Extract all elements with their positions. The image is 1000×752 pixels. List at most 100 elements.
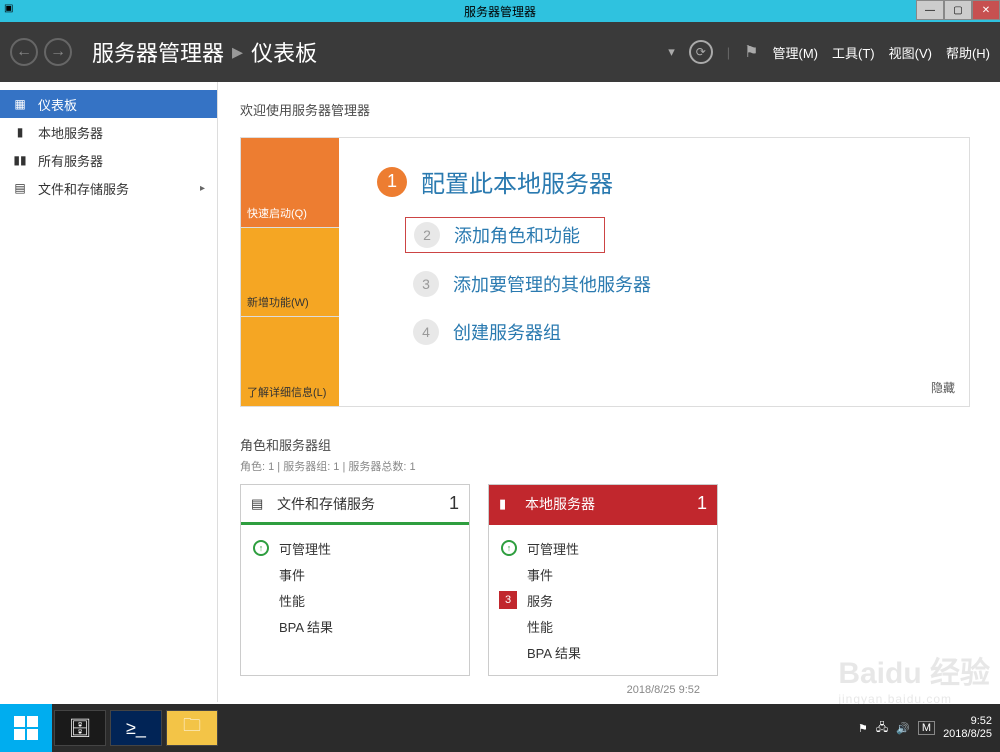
navbar: ← → 服务器管理器 ▸ 仪表板 ▾ ⟳ | ⚑ 管理(M) 工具(T) 视图(… xyxy=(0,22,1000,82)
tray-network-icon[interactable]: 🖧 xyxy=(876,719,888,738)
clock-date: 2018/8/25 xyxy=(943,728,992,741)
sidebar-item-all-servers[interactable]: ▮▮ 所有服务器 xyxy=(0,146,217,174)
maximize-button[interactable]: ▢ xyxy=(944,0,972,20)
tray-ime[interactable]: M xyxy=(918,721,935,735)
role-tile-file-storage[interactable]: ▤ 文件和存储服务 1 ↑可管理性 事件 性能 BPA 结果 xyxy=(240,484,470,676)
role-tiles-row: ▤ 文件和存储服务 1 ↑ 可管理性 事件 性能 BPA 结果 ▮ 本地服务器 1 xyxy=(240,484,970,676)
tile-label: 快速启动(Q) xyxy=(247,205,307,221)
sidebar-item-label: 文件和存储服务 xyxy=(38,179,129,198)
role-tile-count: 1 xyxy=(697,493,707,514)
row-label: BPA 结果 xyxy=(527,643,581,662)
step-add-servers[interactable]: 3 添加要管理的其他服务器 xyxy=(405,267,939,301)
step-create-group[interactable]: 4 创建服务器组 xyxy=(405,315,939,349)
welcome-heading: 欢迎使用服务器管理器 xyxy=(240,100,970,119)
refresh-button[interactable]: ⟳ xyxy=(689,40,713,64)
row-label: 可管理性 xyxy=(279,539,331,558)
taskbar: 🗄 ≥_ 🗀 ⚑ 🖧 🔊 M 9:52 2018/8/25 xyxy=(0,704,1000,752)
notifications-flag-icon[interactable]: ⚑ xyxy=(744,42,758,62)
welcome-side-tiles: 快速启动(Q) 新增功能(W) 了解详细信息(L) xyxy=(241,138,339,406)
alert-badge: 3 xyxy=(499,591,517,609)
app-icon: ▣ xyxy=(4,3,18,17)
row-label: 可管理性 xyxy=(527,539,579,558)
sidebar-item-local-server[interactable]: ▮ 本地服务器 xyxy=(0,118,217,146)
window-title: 服务器管理器 xyxy=(464,3,536,20)
row-label: 性能 xyxy=(279,591,305,610)
role-tile-header: ▮ 本地服务器 1 xyxy=(489,485,717,525)
status-up-icon: ↑ xyxy=(501,540,517,556)
taskbar-tray: ⚑ 🖧 🔊 M 9:52 2018/8/25 xyxy=(858,715,1000,741)
tile-label: 了解详细信息(L) xyxy=(247,384,326,400)
forward-button[interactable]: → xyxy=(44,38,72,66)
sidebar-item-label: 本地服务器 xyxy=(38,123,103,142)
step-label: 创建服务器组 xyxy=(453,319,561,345)
clock-time: 9:52 xyxy=(943,715,992,728)
tray-flag-icon[interactable]: ⚑ xyxy=(858,722,868,735)
row-services[interactable]: 3服务 xyxy=(501,587,705,613)
breadcrumb: 服务器管理器 ▸ 仪表板 xyxy=(92,36,317,68)
dropdown-icon[interactable]: ▾ xyxy=(668,44,675,60)
tile-learnmore[interactable]: 了解详细信息(L) xyxy=(241,316,339,406)
window-controls: — ▢ ✕ xyxy=(916,0,1000,20)
breadcrumb-page: 仪表板 xyxy=(251,36,317,68)
role-tile-local-server[interactable]: ▮ 本地服务器 1 ↑ 可管理性 事件 3服务 性能 BPA 结果 xyxy=(488,484,718,676)
sidebar: ▦ 仪表板 ▮ 本地服务器 ▮▮ 所有服务器 ▤ 文件和存储服务 ▸ xyxy=(0,82,218,702)
storage-icon: ▤ xyxy=(251,496,267,512)
menu-view[interactable]: 视图(V) xyxy=(889,43,932,62)
step-add-roles[interactable]: 2 添加角色和功能 xyxy=(405,217,605,253)
body: ▦ 仪表板 ▮ 本地服务器 ▮▮ 所有服务器 ▤ 文件和存储服务 ▸ 欢迎使用服… xyxy=(0,82,1000,702)
steps-area: 1 配置此本地服务器 2 添加角色和功能 3 添加要管理的其他服务器 4 创建服… xyxy=(339,138,969,406)
step-label: 添加要管理的其他服务器 xyxy=(453,271,651,297)
taskbar-powershell[interactable]: ≥_ xyxy=(110,710,162,746)
menu-help[interactable]: 帮助(H) xyxy=(946,43,990,62)
windows-logo-icon xyxy=(14,716,38,740)
row-bpa[interactable]: BPA 结果 xyxy=(501,639,705,665)
step-configure-local[interactable]: 1 配置此本地服务器 xyxy=(369,160,939,203)
role-tile-title: 本地服务器 xyxy=(525,494,595,514)
row-performance[interactable]: 性能 xyxy=(253,587,457,613)
sidebar-item-file-storage[interactable]: ▤ 文件和存储服务 ▸ xyxy=(0,174,217,202)
nav-separator: | xyxy=(727,45,730,60)
server-icon: ▮ xyxy=(12,124,28,140)
row-manageability[interactable]: ↑ 可管理性 xyxy=(253,535,457,561)
status-up-icon: ↑ xyxy=(253,540,269,556)
menu-manage[interactable]: 管理(M) xyxy=(773,43,819,62)
storage-icon: ▤ xyxy=(12,180,28,196)
roles-subtitle: 角色: 1 | 服务器组: 1 | 服务器总数: 1 xyxy=(240,458,970,474)
step-number-icon: 2 xyxy=(414,222,440,248)
dashboard-icon: ▦ xyxy=(12,96,28,112)
row-label: 性能 xyxy=(527,617,553,636)
row-label: BPA 结果 xyxy=(279,617,333,636)
tray-volume-icon[interactable]: 🔊 xyxy=(896,722,910,735)
taskbar-explorer[interactable]: 🗀 xyxy=(166,710,218,746)
minimize-button[interactable]: — xyxy=(916,0,944,20)
row-events[interactable]: 事件 xyxy=(253,561,457,587)
step-number-icon: 1 xyxy=(377,167,407,197)
start-button[interactable] xyxy=(0,704,52,752)
close-button[interactable]: ✕ xyxy=(972,0,1000,20)
tile-whatsnew[interactable]: 新增功能(W) xyxy=(241,227,339,317)
sidebar-item-label: 仪表板 xyxy=(38,95,77,114)
roles-timestamp: 2018/8/25 9:52 xyxy=(627,684,700,696)
step-number-icon: 4 xyxy=(413,319,439,345)
nav-arrows: ← → xyxy=(10,38,72,66)
role-tile-body: ↑ 可管理性 事件 3服务 性能 BPA 结果 xyxy=(489,525,717,675)
role-tile-body: ↑ 可管理性 事件 性能 BPA 结果 xyxy=(241,525,469,649)
welcome-box: 快速启动(Q) 新增功能(W) 了解详细信息(L) 1 配置此本地服务器 2 添… xyxy=(240,137,970,407)
row-performance[interactable]: 性能 xyxy=(501,613,705,639)
back-button[interactable]: ← xyxy=(10,38,38,66)
taskbar-clock[interactable]: 9:52 2018/8/25 xyxy=(943,715,992,741)
servers-icon: ▮▮ xyxy=(12,152,28,168)
row-bpa[interactable]: BPA 结果 xyxy=(253,613,457,639)
step-label: 配置此本地服务器 xyxy=(421,164,613,199)
tile-quickstart[interactable]: 快速启动(Q) xyxy=(241,138,339,227)
breadcrumb-root[interactable]: 服务器管理器 xyxy=(92,36,224,68)
sidebar-item-dashboard[interactable]: ▦ 仪表板 xyxy=(0,90,217,118)
role-tile-title: 文件和存储服务 xyxy=(277,494,375,514)
chevron-right-icon: ▸ xyxy=(200,183,205,194)
row-manageability[interactable]: ↑ 可管理性 xyxy=(501,535,705,561)
hide-link[interactable]: 隐藏 xyxy=(931,379,955,396)
taskbar-server-manager[interactable]: 🗄 xyxy=(54,710,106,746)
step-number-icon: 3 xyxy=(413,271,439,297)
row-events[interactable]: 事件 xyxy=(501,561,705,587)
menu-tools[interactable]: 工具(T) xyxy=(832,43,875,62)
